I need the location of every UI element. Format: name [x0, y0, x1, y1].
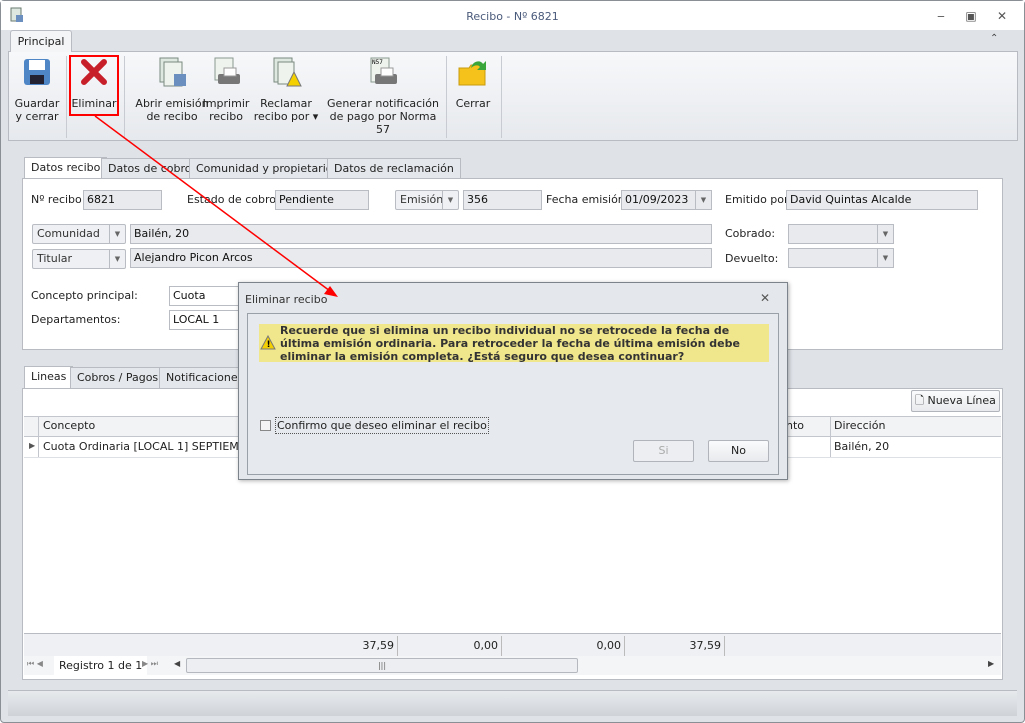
annotation-arrow [94, 115, 338, 297]
